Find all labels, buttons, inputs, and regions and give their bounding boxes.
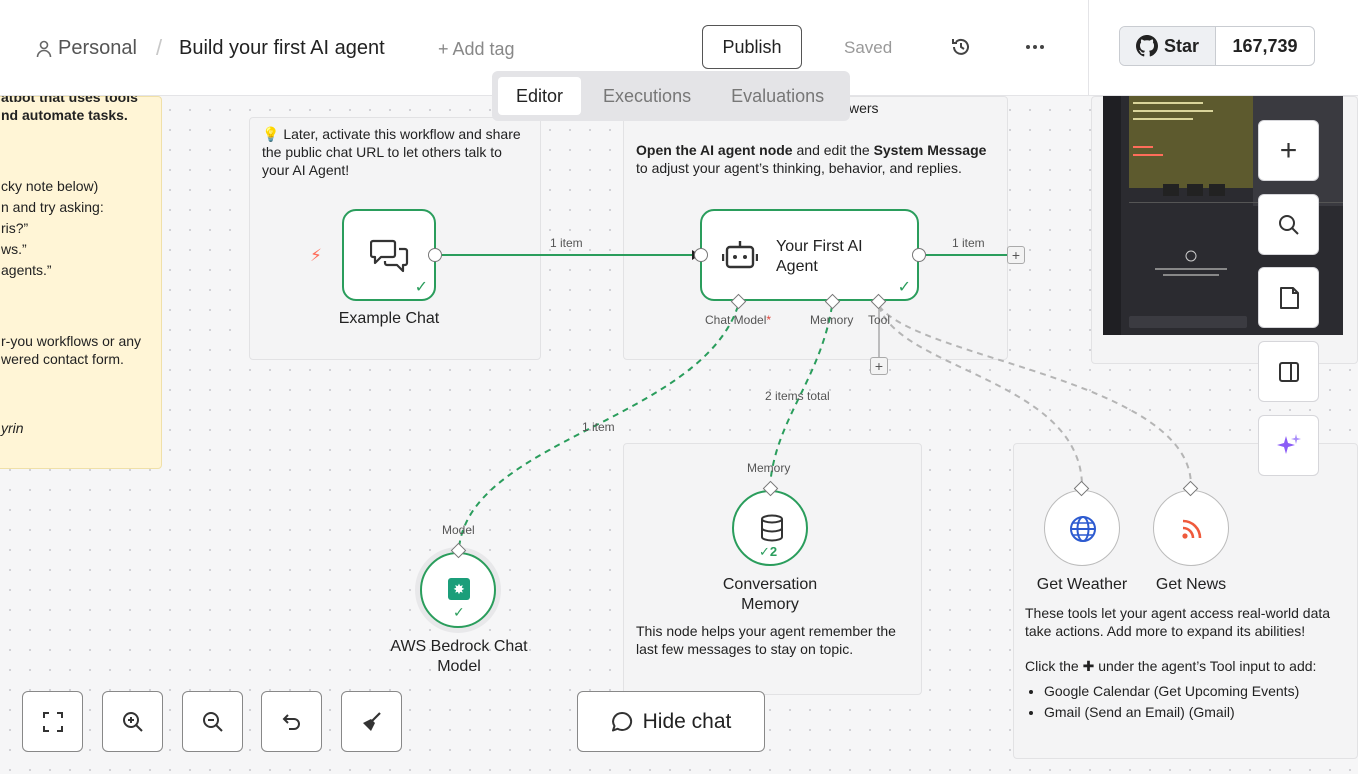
hide-chat-label: Hide chat: [642, 709, 732, 733]
tab-editor[interactable]: Editor: [498, 77, 582, 115]
saved-status: Saved: [844, 38, 893, 57]
edge-weather: [878, 305, 1083, 486]
add-tag-button[interactable]: + Add tag: [438, 39, 515, 60]
port-label-text: Chat Model: [705, 313, 767, 327]
workflow-name[interactable]: Build your first AI agent: [179, 37, 385, 60]
success-check-icon: ✓: [453, 604, 465, 620]
tidy-up-button[interactable]: [341, 691, 402, 752]
zoom-out-icon: [202, 711, 223, 732]
edge-label: 1 item: [952, 236, 985, 250]
port-label-memory-in: Memory: [747, 461, 791, 475]
hide-chat-button[interactable]: Hide chat: [577, 691, 765, 752]
add-sticky-note-button[interactable]: [1258, 267, 1319, 328]
tab-evaluations[interactable]: Evaluations: [713, 77, 842, 115]
globe-icon: [1070, 516, 1096, 542]
bedrock-icon: ✸: [448, 578, 470, 600]
zoom-in-button[interactable]: [102, 691, 163, 752]
node-label-weather: Get Weather: [1036, 576, 1128, 593]
port-label-model: Model: [442, 523, 475, 537]
database-icon: [761, 514, 783, 542]
chat-bubbles-icon: [370, 239, 409, 273]
node-label-memory: Conversation Memory: [722, 576, 818, 613]
node-example-chat[interactable]: ✓: [342, 209, 436, 301]
fit-view-icon: [42, 711, 63, 732]
rss-icon: [1182, 519, 1202, 539]
github-star-label: Star: [1163, 35, 1199, 56]
github-icon: [1135, 35, 1158, 57]
output-port[interactable]: [912, 248, 926, 262]
zoom-out-button[interactable]: [182, 691, 243, 752]
breadcrumb-separator: /: [156, 35, 163, 60]
add-node-plus-button[interactable]: +: [1007, 246, 1025, 264]
edge-label: 1 item: [550, 236, 583, 250]
sparkles-icon: [1276, 433, 1301, 454]
node-ai-agent[interactable]: Your First AI Agent ✓: [700, 209, 919, 301]
node-get-weather[interactable]: [1044, 490, 1120, 566]
github-star-count: 167,739: [1232, 35, 1298, 56]
edge-label: 2 items total: [765, 389, 830, 403]
search-icon: [1278, 214, 1299, 235]
fit-view-button[interactable]: [22, 691, 83, 752]
node-conversation-memory[interactable]: ✓2: [732, 490, 808, 566]
success-count: ✓2: [759, 544, 778, 559]
tab-executions[interactable]: Executions: [585, 77, 709, 115]
ai-assistant-button[interactable]: [1258, 415, 1319, 476]
panel-right-icon: [1278, 361, 1299, 382]
edge-news: [878, 305, 1192, 486]
search-nodes-button[interactable]: [1258, 194, 1319, 255]
trigger-bolt-icon: ⚡: [310, 246, 322, 265]
port-label-chat-model: Chat Model*: [705, 313, 771, 327]
broom-icon: [362, 711, 381, 731]
edge-label: 1 item: [582, 420, 615, 434]
zoom-in-icon: [122, 711, 143, 732]
robot-icon: [722, 241, 758, 269]
undo-icon: [282, 713, 300, 730]
user-icon: [36, 40, 52, 57]
undo-button[interactable]: [261, 691, 322, 752]
project-name: Personal: [58, 37, 137, 59]
node-label-example-chat: Example Chat: [338, 310, 440, 327]
sticky-note-icon: [1279, 286, 1299, 309]
github-star-button[interactable]: Star 167,739: [1119, 26, 1315, 66]
add-node-button[interactable]: +: [1258, 120, 1319, 181]
node-label-bedrock: AWS Bedrock Chat Model: [390, 638, 528, 675]
view-tabs: Editor Executions Evaluations: [492, 71, 850, 121]
header-right-panel: Star 167,739: [1088, 0, 1358, 96]
plus-icon: +: [1279, 133, 1298, 167]
publish-button[interactable]: Publish: [702, 25, 802, 69]
project-breadcrumb[interactable]: Personal: [36, 37, 137, 60]
port-label-tool: Tool: [868, 313, 891, 327]
port-label-memory: Memory: [810, 313, 854, 327]
node-aws-bedrock[interactable]: ✸ ✓: [420, 552, 496, 628]
input-port[interactable]: [694, 248, 708, 262]
chat-bubble-icon: [611, 711, 632, 731]
github-star-left: Star: [1120, 27, 1216, 65]
required-asterisk: *: [766, 313, 772, 327]
success-check-icon: ✓: [414, 279, 428, 296]
history-icon[interactable]: [950, 36, 972, 58]
node-get-news[interactable]: [1153, 490, 1229, 566]
success-check-icon: ✓: [897, 279, 911, 296]
memory-count: 2: [769, 544, 778, 559]
output-port[interactable]: [428, 248, 442, 262]
add-tool-plus-button[interactable]: +: [870, 357, 888, 375]
more-options-icon[interactable]: [1024, 36, 1046, 58]
node-label-news: Get News: [1155, 576, 1227, 593]
node-label-agent: Your First AI Agent: [776, 238, 863, 275]
toggle-panel-button[interactable]: [1258, 341, 1319, 402]
